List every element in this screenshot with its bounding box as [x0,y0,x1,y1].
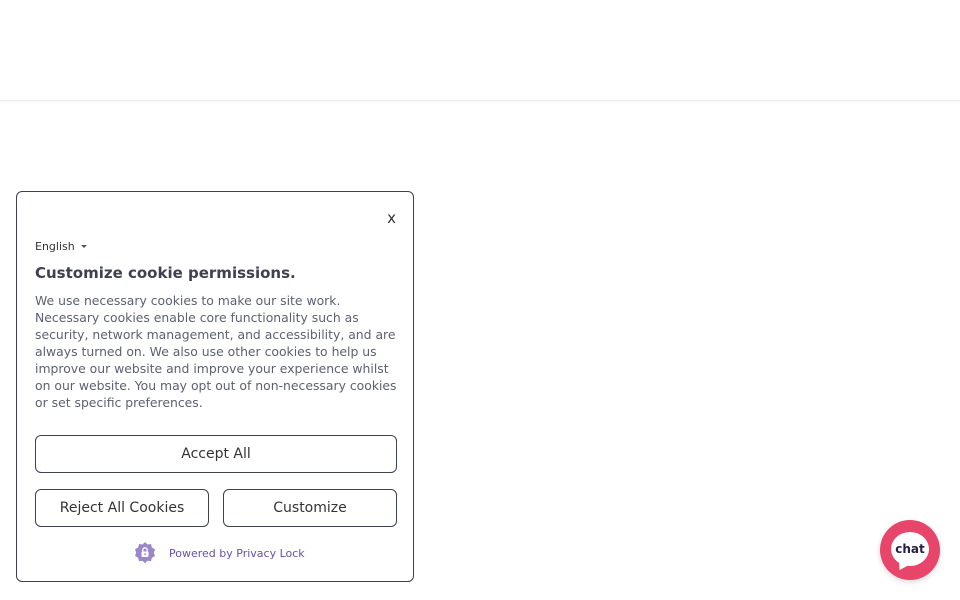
chat-widget-button[interactable]: chat [880,520,940,580]
panel-title: Customize cookie permissions. [35,264,296,282]
reject-all-button[interactable]: Reject All Cookies [35,489,209,527]
cookie-consent-panel: x English Customize cookie permissions. … [16,191,414,582]
chat-bubble-icon: chat [891,532,929,566]
caret-down-icon [80,245,87,248]
privacy-lock-icon [133,541,157,565]
language-label: English [35,240,75,253]
panel-description: We use necessary cookies to make our sit… [35,293,397,410]
accept-all-button[interactable]: Accept All [35,435,397,473]
chat-label: chat [895,542,925,556]
customize-button[interactable]: Customize [223,489,397,527]
close-button[interactable]: x [387,211,396,226]
language-select[interactable]: English [35,240,87,253]
powered-by-label: Powered by Privacy Lock [169,546,305,560]
site-header [0,0,960,101]
powered-by-link[interactable]: Powered by Privacy Lock [133,541,305,565]
